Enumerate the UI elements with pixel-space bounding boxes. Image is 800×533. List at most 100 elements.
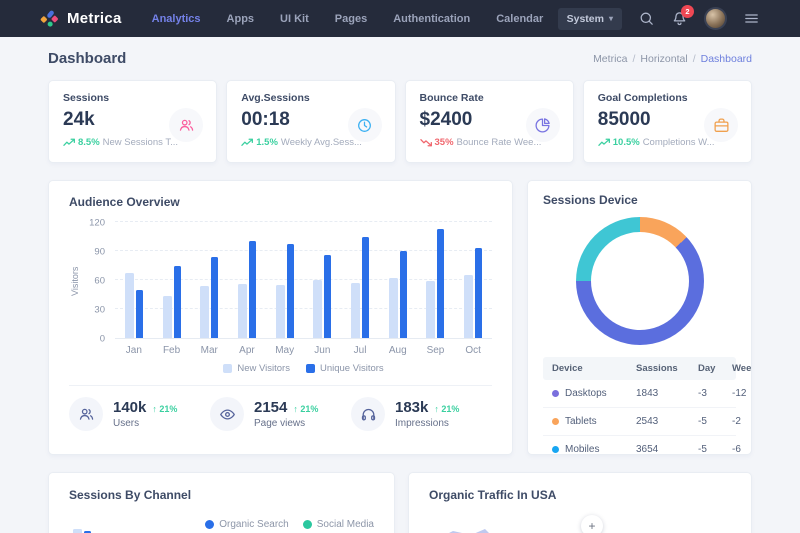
device-table-row-mobiles: Mobiles3654-5-6 <box>543 435 736 455</box>
bar-new-visitors <box>464 275 473 338</box>
main-nav-menu: Analytics Apps UI Kit Pages Authentication Ca… <box>152 13 544 25</box>
breadcrumb-item-metrica[interactable]: Metrica <box>593 53 627 65</box>
channel-chart-legend: Organic Search Social Media <box>69 519 374 530</box>
stat-card-delta: 35% <box>420 137 454 148</box>
x-axis-label: Sep <box>417 345 455 356</box>
bar-new-visitors <box>276 285 285 338</box>
nav-item-analytics[interactable]: Analytics <box>152 13 201 25</box>
legend-swatch <box>306 364 315 373</box>
audience-stat-value: 140k↑ 21% <box>113 399 177 416</box>
x-axis-label: May <box>266 345 304 356</box>
x-axis-label: Apr <box>228 345 266 356</box>
legend-swatch <box>303 520 312 529</box>
stat-card-title: Sessions <box>63 92 202 104</box>
headphones-icon <box>351 397 385 431</box>
breadcrumb: Metrica/Horizontal/Dashboard <box>593 53 752 65</box>
clock-icon <box>348 108 382 142</box>
audience-stat-value: 183k↑ 21% <box>395 399 459 416</box>
y-axis-tick: 60 <box>94 276 105 287</box>
nav-item-calendar[interactable]: Calendar <box>496 13 543 25</box>
nav-item-pages[interactable]: Pages <box>335 13 367 25</box>
sessions-device-card: Sessions Device DeviceSassionsDayWeek Da… <box>527 180 752 455</box>
x-axis-label: Jul <box>341 345 379 356</box>
bar-group-apr <box>238 241 256 338</box>
device-day: -5 <box>698 444 732 455</box>
audience-stat-delta: ↑ 21% <box>434 404 459 414</box>
device-name: Tablets <box>565 416 597 427</box>
y-axis-tick: 90 <box>94 247 105 258</box>
bar-new-visitors <box>125 273 134 338</box>
top-navbar: Metrica Analytics Apps UI Kit Pages Authenti… <box>0 0 800 37</box>
bar-new-visitors <box>313 280 322 338</box>
bar-group-sep <box>426 229 444 338</box>
chart-plot-area <box>115 223 492 339</box>
bar-group-jan <box>125 273 143 338</box>
device-table-row-tablets: Tablets2543-5-2 <box>543 407 736 435</box>
stat-card-goal-completions: Goal Completions8500010.5%Completions W.… <box>583 80 752 163</box>
stat-card-title: Goal Completions <box>598 92 737 104</box>
organic-traffic-title: Organic Traffic In USA <box>429 488 731 502</box>
brand-logo[interactable]: Metrica <box>40 9 122 29</box>
gridline <box>115 221 492 222</box>
bar-new-visitors <box>351 283 360 338</box>
device-dot <box>552 390 559 397</box>
stat-card-bounce-rate: Bounce Rate$240035%Bounce Rate Wee... <box>405 80 574 163</box>
x-axis-label: Mar <box>190 345 228 356</box>
user-avatar[interactable] <box>704 7 727 30</box>
x-axis-label: Jun <box>304 345 342 356</box>
breadcrumb-item-horizontal[interactable]: Horizontal <box>640 53 687 65</box>
legend-item-social-media[interactable]: Social Media <box>303 519 374 530</box>
bar-unique-visitors <box>362 237 369 338</box>
bar-new-visitors <box>238 284 247 338</box>
map-zoom-in-button[interactable]: + <box>581 515 603 533</box>
audience-stat-delta: ↑ 21% <box>293 404 318 414</box>
stat-card-delta: 1.5% <box>241 137 278 148</box>
sessions-by-channel-title: Sessions By Channel <box>69 488 374 502</box>
stat-card-title: Avg.Sessions <box>241 92 380 104</box>
x-axis-label: Jan <box>115 345 153 356</box>
system-dropdown-label: System <box>567 13 604 25</box>
brand-name: Metrica <box>67 10 122 27</box>
breadcrumb-item-dashboard[interactable]: Dashboard <box>701 53 752 65</box>
device-table-header-cell: Sassions <box>636 363 698 374</box>
audience-stats-row: 140k↑ 21%Users2154↑ 21%Page views183k↑ 2… <box>69 385 492 431</box>
audience-stat-label: Users <box>113 418 177 429</box>
stat-card-delta: 8.5% <box>63 137 100 148</box>
audience-stat-delta: ↑ 21% <box>152 404 177 414</box>
device-dot <box>552 418 559 425</box>
nav-item-ui-kit[interactable]: UI Kit <box>280 13 309 25</box>
users-icon <box>69 397 103 431</box>
pie-chart-icon <box>526 108 560 142</box>
legend-item-organic-search[interactable]: Organic Search <box>205 519 288 530</box>
device-sessions: 2543 <box>636 416 698 427</box>
stat-card-sessions: Sessions24k8.5%New Sessions T... <box>48 80 217 163</box>
bar-group-aug <box>389 251 407 338</box>
nav-item-apps[interactable]: Apps <box>227 13 255 25</box>
device-week: -2 <box>732 416 741 427</box>
bar-new-visitors <box>163 296 172 338</box>
notifications-button[interactable]: 2 <box>671 10 688 27</box>
bar-unique-visitors <box>437 229 444 338</box>
breadcrumb-separator: / <box>633 53 636 65</box>
search-icon[interactable] <box>638 10 655 27</box>
legend-item-unique-visitors[interactable]: Unique Visitors <box>306 363 384 374</box>
bar-new-visitors <box>389 278 398 338</box>
sessions-by-channel-card: Sessions By Channel Organic Search Social… <box>48 472 395 533</box>
legend-swatch <box>223 364 232 373</box>
x-axis-label: Oct <box>454 345 492 356</box>
organic-traffic-usa-card: Organic Traffic In USA + <box>408 472 752 533</box>
device-sessions: 3654 <box>636 444 698 455</box>
channel-bar-fragment <box>73 529 82 533</box>
bar-group-feb <box>163 266 181 339</box>
audience-stat-users: 140k↑ 21% Users <box>69 397 210 431</box>
device-dot <box>552 446 559 453</box>
system-dropdown[interactable]: System <box>558 8 622 30</box>
sessions-device-title: Sessions Device <box>543 193 736 207</box>
audience-stat-value: 2154↑ 21% <box>254 399 318 416</box>
hamburger-menu-icon[interactable] <box>743 10 760 27</box>
legend-item-new-visitors[interactable]: New Visitors <box>223 363 290 374</box>
bar-unique-visitors <box>475 248 482 338</box>
bar-unique-visitors <box>400 251 407 338</box>
nav-item-authentication[interactable]: Authentication <box>393 13 470 25</box>
device-table-header-cell: Day <box>698 363 732 374</box>
